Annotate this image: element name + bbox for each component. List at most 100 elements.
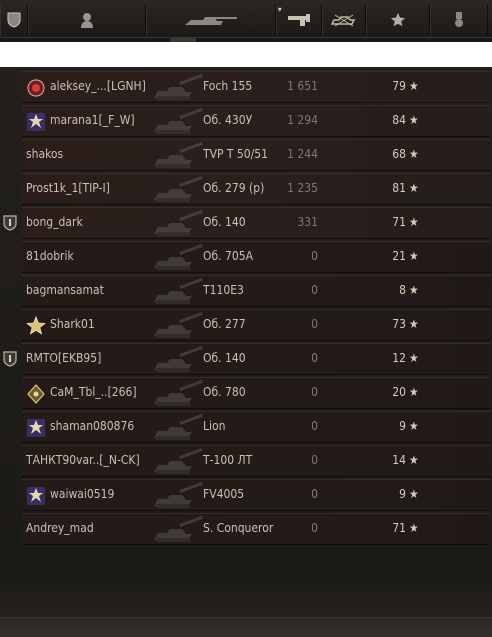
column-damage[interactable] — [276, 4, 322, 36]
purple-star-emblem-icon — [26, 418, 46, 438]
player-row[interactable]: Prost1k_1[TIP-I] Об. 279 (р) 1 235 81 ★ — [0, 173, 492, 205]
player-name[interactable]: Andrey_mad — [26, 521, 166, 535]
tank-silhouette-icon — [150, 276, 206, 306]
shield-icon — [7, 12, 21, 28]
damage-value: 0 — [311, 249, 318, 263]
tank-silhouette-icon — [150, 446, 206, 476]
experience-value: 8 — [399, 283, 406, 297]
damage-value: 0 — [311, 487, 318, 501]
player-name[interactable]: bagmansamat — [26, 283, 166, 297]
tank-silhouette-icon — [150, 174, 206, 204]
player-name[interactable]: RMTO[EKB95] — [26, 351, 166, 365]
player-row[interactable]: RMTO[EKB95] Об. 140 0 12 ★ — [0, 343, 492, 375]
vehicle-name: Об. 140 — [203, 351, 246, 365]
experience-value: 21 — [392, 249, 406, 263]
star-icon: ★ — [409, 113, 419, 127]
tank-silhouette-icon — [150, 344, 206, 374]
vehicle-name: FV4005 — [203, 487, 245, 501]
player-row[interactable]: 81dobrik Об. 705А 0 21 ★ — [0, 241, 492, 273]
column-experience[interactable] — [366, 4, 430, 36]
tank-silhouette-icon — [150, 208, 206, 238]
vehicle-name: Lion — [203, 419, 226, 433]
star-icon: ★ — [409, 487, 419, 501]
column-medals[interactable] — [430, 4, 488, 36]
star-icon: ★ — [409, 181, 419, 195]
column-platoon[interactable] — [0, 4, 28, 36]
tank-icon — [185, 17, 237, 25]
player-row[interactable]: ТАНКТ90var..[_N-CK] Т-100 ЛТ 0 14 ★ — [0, 445, 492, 477]
damage-value: 1 235 — [287, 181, 318, 195]
player-row[interactable]: bagmansamat T110E3 0 8 ★ — [0, 275, 492, 307]
damage-value: 0 — [311, 283, 318, 297]
vehicle-name: Foch 155 — [203, 79, 253, 93]
column-vehicle[interactable] — [146, 4, 276, 36]
star-icon: ★ — [409, 453, 419, 467]
experience-value: 71 — [392, 215, 406, 229]
damage-gun-icon — [288, 14, 310, 26]
star-icon: ★ — [409, 385, 419, 399]
purple-star-emblem-icon — [26, 112, 46, 132]
vehicle-name: TVP T 50/51 — [203, 147, 269, 161]
gold-diamond-emblem-icon — [26, 384, 46, 404]
player-row[interactable]: shaman080876 Lion 0 9 ★ — [0, 411, 492, 443]
star-icon: ★ — [409, 283, 419, 297]
star-icon: ★ — [409, 521, 419, 535]
column-player[interactable] — [28, 4, 146, 36]
player-name[interactable]: Prost1k_1[TIP-I] — [26, 181, 166, 195]
experience-value: 9 — [399, 487, 406, 501]
experience-value: 68 — [392, 147, 406, 161]
damage-value: 0 — [311, 351, 318, 365]
player-name[interactable]: bong_dark — [26, 215, 166, 229]
player-silhouette-icon — [81, 13, 93, 28]
blank-band — [0, 42, 492, 67]
column-spotted[interactable] — [322, 4, 366, 36]
player-row[interactable]: marana1[_F_W] Об. 430У 1 294 84 ★ — [0, 105, 492, 137]
tank-silhouette-icon — [150, 242, 206, 272]
player-row[interactable]: CaM_Tbl_..[266] Об. 780 0 20 ★ — [0, 377, 492, 409]
tank-silhouette-icon — [150, 480, 206, 510]
player-name[interactable]: ТАНКТ90var..[_N-CK] — [26, 453, 166, 467]
medal-icon — [455, 12, 463, 27]
red-emblem-icon — [26, 78, 46, 98]
platoon-shield-icon — [2, 351, 18, 367]
experience-value: 14 — [392, 453, 406, 467]
tank-silhouette-icon — [150, 140, 206, 170]
experience-value: 73 — [392, 317, 406, 331]
player-row[interactable]: waiwai0519 FV4005 0 9 ★ — [0, 479, 492, 511]
tank-silhouette-icon — [150, 514, 206, 544]
experience-value: 79 — [392, 79, 406, 93]
player-row[interactable]: bong_dark Об. 140 331 71 ★ — [0, 207, 492, 239]
damage-value: 0 — [311, 521, 318, 535]
tank-silhouette-icon — [150, 412, 206, 442]
damage-value: 0 — [311, 317, 318, 331]
gold-star-emblem-icon — [26, 315, 46, 336]
vehicle-name: Об. 279 (р) — [203, 181, 265, 195]
player-row[interactable]: aleksey_...[LGNH] Foch 155 1 651 79 ★ — [0, 71, 492, 103]
tank-silhouette-icon — [150, 310, 206, 340]
player-row[interactable]: shakos TVP T 50/51 1 244 68 ★ — [0, 139, 492, 171]
damage-value: 1 651 — [287, 79, 318, 93]
player-name[interactable]: 81dobrik — [26, 249, 166, 263]
scoreboard-footer — [0, 617, 492, 637]
vehicle-name: Об. 140 — [203, 215, 246, 229]
damage-value: 0 — [311, 419, 318, 433]
damage-value: 1 294 — [287, 113, 318, 127]
sort-indicator-icon: ▾ — [278, 5, 282, 14]
tank-silhouette-icon — [150, 106, 206, 136]
spotted-tank-icon — [330, 14, 356, 27]
star-icon: ★ — [409, 147, 419, 161]
vehicle-name: Об. 780 — [203, 385, 246, 399]
platoon-shield-icon — [2, 215, 18, 231]
tank-silhouette-icon — [150, 378, 206, 408]
star-icon: ★ — [409, 79, 419, 93]
player-name[interactable]: shakos — [26, 147, 166, 161]
experience-value: 20 — [392, 385, 406, 399]
experience-value: 84 — [392, 113, 406, 127]
player-row[interactable]: Shark01 Об. 277 0 73 ★ — [0, 309, 492, 341]
damage-value: 1 244 — [287, 147, 318, 161]
vehicle-name: Об. 430У — [203, 113, 253, 127]
star-icon: ★ — [409, 351, 419, 365]
player-row[interactable]: Andrey_mad S. Conqueror 0 71 ★ — [0, 513, 492, 545]
damage-value: 331 — [297, 215, 318, 229]
vehicle-name: S. Conqueror — [203, 521, 274, 535]
